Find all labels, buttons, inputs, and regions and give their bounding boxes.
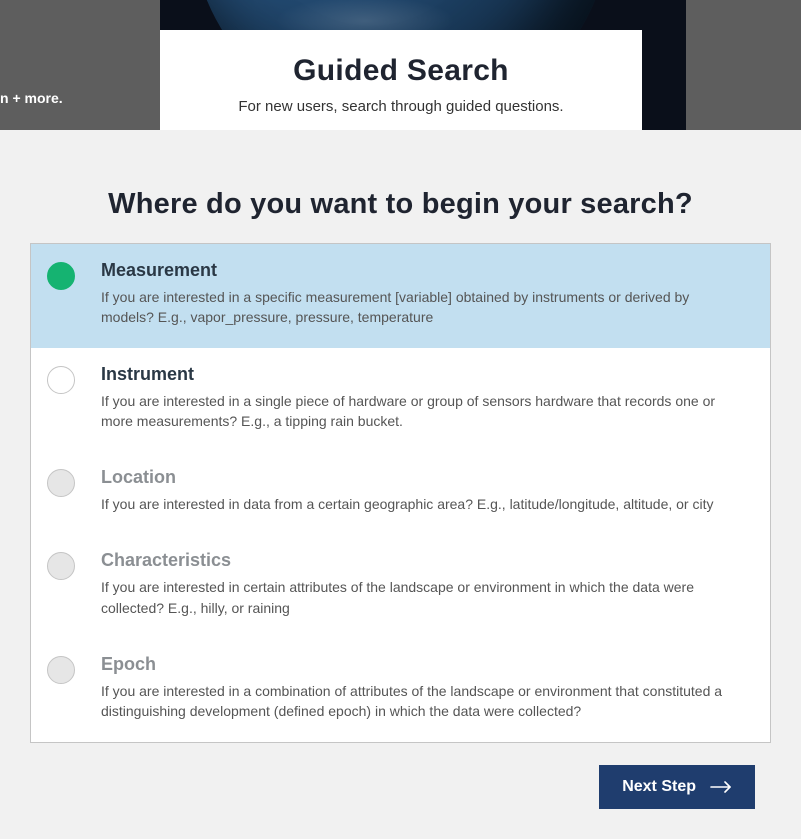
next-step-label: Next Step [622, 778, 696, 796]
radio-characteristics[interactable] [47, 552, 75, 580]
option-location[interactable]: Location If you are interested in data f… [31, 451, 770, 534]
hero-right-panel [686, 0, 801, 130]
option-title: Instrument [101, 364, 746, 385]
question-heading: Where do you want to begin your search? [30, 188, 771, 221]
main-content: Where do you want to begin your search? … [0, 188, 801, 839]
option-body: Characteristics If you are interested in… [101, 550, 746, 618]
card-subtitle: For new users, search through guided que… [180, 98, 622, 115]
option-title: Measurement [101, 260, 746, 281]
hero-banner: n + more. Guided Search For new users, s… [0, 0, 801, 130]
option-description: If you are interested in certain attribu… [101, 577, 746, 618]
next-step-button[interactable]: Next Step [599, 765, 755, 809]
option-characteristics[interactable]: Characteristics If you are interested in… [31, 534, 770, 638]
option-instrument[interactable]: Instrument If you are interested in a si… [31, 348, 770, 452]
option-description: If you are interested in a specific meas… [101, 287, 746, 328]
option-description: If you are interested in a single piece … [101, 391, 746, 432]
radio-instrument[interactable] [47, 366, 75, 394]
footer-actions: Next Step [30, 743, 771, 809]
option-title: Characteristics [101, 550, 746, 571]
option-epoch[interactable]: Epoch If you are interested in a combina… [31, 638, 770, 742]
option-measurement[interactable]: Measurement If you are interested in a s… [31, 244, 770, 348]
option-title: Epoch [101, 654, 746, 675]
option-description: If you are interested in a combination o… [101, 681, 746, 722]
options-list: Measurement If you are interested in a s… [30, 243, 771, 743]
hero-left-panel: n + more. [0, 0, 160, 130]
radio-measurement[interactable] [47, 262, 75, 290]
radio-location[interactable] [47, 469, 75, 497]
option-body: Location If you are interested in data f… [101, 467, 746, 514]
radio-epoch[interactable] [47, 656, 75, 684]
card-title: Guided Search [180, 54, 622, 88]
option-title: Location [101, 467, 746, 488]
guided-search-card: Guided Search For new users, search thro… [160, 30, 642, 130]
option-body: Epoch If you are interested in a combina… [101, 654, 746, 722]
hero-left-text: n + more. [0, 90, 63, 106]
option-body: Measurement If you are interested in a s… [101, 260, 746, 328]
option-body: Instrument If you are interested in a si… [101, 364, 746, 432]
arrow-right-icon [710, 781, 732, 793]
option-description: If you are interested in data from a cer… [101, 494, 746, 514]
